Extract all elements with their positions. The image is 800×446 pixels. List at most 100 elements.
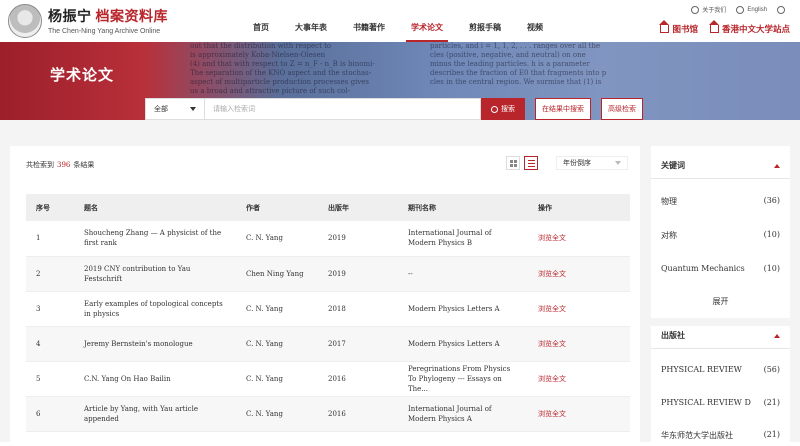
search-input[interactable]: 请输入检索词 — [205, 98, 481, 120]
paper-text-line: aspect of multiparticle production proce… — [190, 78, 370, 86]
row-journal: -- — [408, 269, 413, 278]
language-label: English — [747, 6, 767, 13]
publisher-filter[interactable]: PHYSICAL REVIEW (56) — [661, 365, 780, 374]
language-link[interactable]: English — [736, 5, 767, 14]
keyword-count: (10) — [763, 264, 780, 273]
row-author: C. N. Yang — [246, 409, 283, 418]
brand-name: 杨振宁 — [48, 9, 92, 25]
publisher-label: PHYSICAL REVIEW — [661, 365, 742, 374]
library-label: 图书馆 — [672, 25, 698, 35]
paper-text-line: out that the distribution with respect t… — [190, 42, 332, 50]
row-author: C. N. Yang — [246, 234, 283, 243]
row-journal: Modern Physics Letters A — [408, 304, 500, 313]
advanced-search-button[interactable]: 高级检索 — [601, 98, 643, 120]
nav-home[interactable]: 首页 — [240, 22, 282, 42]
row-journal: International Journal of Modern Physics … — [408, 404, 492, 423]
view-toggle — [502, 156, 538, 170]
row-title[interactable]: Jeremy Bernstein's monologue — [74, 326, 236, 361]
table-row: 6 Article by Yang, with Yau article appen… — [26, 396, 630, 431]
view-fulltext-link[interactable]: 浏览全文 — [528, 221, 630, 256]
publisher-filter[interactable]: PHYSICAL REVIEW D (21) — [661, 398, 780, 407]
search-icon — [491, 105, 498, 113]
keyword-label: 对称 — [661, 231, 677, 240]
table-row: 5 C.N. Yang On Hao Bailin C. N. Yang 2016 Pe… — [26, 361, 630, 396]
section-gap — [651, 318, 790, 326]
col-action: 操作 — [538, 202, 552, 212]
results-panel: 共检索到 396 条结果 年份倒序 序号 题名 作者 出版年 期刊名称 操作 1 Sh… — [10, 146, 640, 446]
keyword-filter[interactable]: Quantum Mechanics (10) — [661, 264, 780, 273]
row-number: 5 — [36, 374, 41, 383]
portrait-logo[interactable] — [8, 4, 42, 38]
list-view-button[interactable] — [524, 156, 538, 170]
nav-clippings[interactable]: 剪报手稿 — [456, 22, 514, 42]
table-row: 4 Jeremy Bernstein's monologue C. N. Yang 2… — [26, 326, 630, 361]
view-fulltext-link[interactable]: 浏览全文 — [528, 396, 630, 431]
col-title: 题名 — [84, 202, 98, 212]
row-title[interactable]: Article by Yang, with Yau article append… — [74, 396, 236, 431]
row-title[interactable]: Shoucheng Zhang — A physicist of the fir… — [74, 221, 236, 256]
view-fulltext-link[interactable]: 浏览全文 — [528, 291, 630, 326]
main-nav: 首页 大事年表 书籍著作 学术论文 剪报手稿 视频 — [240, 22, 556, 42]
caret-up-icon — [774, 163, 780, 168]
menu-link[interactable] — [777, 5, 788, 14]
library-link[interactable]: 图书馆 — [659, 20, 698, 35]
row-year: 2018 — [328, 304, 346, 313]
table-row: 2 2019 CNY contribution to Yau Festschrif… — [26, 256, 630, 291]
row-year: 2019 — [328, 234, 346, 243]
row-year: 2016 — [328, 409, 346, 418]
search-scope-select[interactable]: 全部 — [145, 98, 205, 120]
keywords-section-header[interactable]: 关键词 — [661, 160, 780, 171]
table-row: 3 Early examples of topological concepts … — [26, 291, 630, 326]
filter-sidebar: 关键词 物理 (36) 对称 (10) Quantum Mechanics (10) … — [651, 146, 790, 446]
nav-papers[interactable]: 学术论文 — [398, 22, 456, 42]
content-area: 共检索到 396 条结果 年份倒序 序号 题名 作者 出版年 期刊名称 操作 1 Sh… — [0, 120, 800, 446]
col-journal: 期刊名称 — [408, 202, 436, 212]
sort-select[interactable]: 年份倒序 — [556, 156, 628, 170]
about-label: 关于我们 — [702, 8, 727, 14]
row-title[interactable]: C.N. Yang On Hao Bailin — [74, 361, 236, 396]
cuhk-link[interactable]: 香港中文大学站点 — [708, 20, 790, 35]
info-icon — [691, 5, 700, 14]
row-title[interactable]: 2019 CNY contribution to Yau Festschrift — [74, 256, 236, 291]
grid-view-button[interactable] — [506, 156, 520, 170]
globe-icon — [736, 5, 745, 14]
row-author: Chen Ning Yang — [246, 269, 304, 278]
nav-chronology[interactable]: 大事年表 — [282, 22, 340, 42]
keyword-filter[interactable]: 物理 (36) — [661, 196, 780, 207]
menu-icon — [777, 5, 785, 14]
publisher-section-header[interactable]: 出版社 — [661, 330, 780, 341]
keyword-filter[interactable]: 对称 (10) — [661, 230, 780, 241]
row-year: 2019 — [328, 269, 346, 278]
site-header: 杨振宁 档案资料库 The Chen-Ning Yang Archive Onli… — [0, 0, 800, 42]
brand-subtitle: 档案资料库 — [95, 9, 168, 25]
view-fulltext-link[interactable]: 浏览全文 — [528, 361, 630, 396]
row-journal: International Journal of Modern Physics … — [408, 229, 492, 248]
keyword-count: (10) — [763, 230, 780, 239]
nav-books[interactable]: 书籍著作 — [340, 22, 398, 42]
about-link[interactable]: 关于我们 — [691, 5, 726, 14]
view-fulltext-link[interactable]: 浏览全文 — [528, 256, 630, 291]
table-header-row: 序号 题名 作者 出版年 期刊名称 操作 — [26, 194, 630, 221]
expand-keywords-link[interactable]: 展开 — [651, 296, 790, 307]
col-year: 出版年 — [328, 202, 349, 212]
publisher-title: 出版社 — [661, 330, 685, 340]
view-fulltext-link[interactable]: 浏览全文 — [528, 326, 630, 361]
search-scope-value: 全部 — [154, 105, 168, 113]
search-within-button[interactable]: 在结果中搜索 — [535, 98, 591, 120]
paper-text-line: The separation of the KNO aspect and the… — [190, 69, 372, 77]
row-author: C. N. Yang — [246, 374, 283, 383]
col-number: 序号 — [36, 202, 50, 212]
search-button-label: 搜索 — [501, 105, 515, 113]
brand[interactable]: 杨振宁 档案资料库 The Chen-Ning Yang Archive Onli… — [48, 6, 168, 35]
keyword-label: Quantum Mechanics — [661, 264, 745, 273]
paper-text-line: particles, and i = 1, 1, 2, . . . ranges… — [430, 42, 601, 50]
publisher-filter[interactable]: 华东师范大学出版社 (21) — [661, 430, 780, 441]
nav-videos[interactable]: 视频 — [514, 22, 556, 42]
external-links: 图书馆 香港中文大学站点 — [648, 20, 790, 35]
search-button[interactable]: 搜索 — [481, 98, 525, 120]
row-journal: Peregrinations From Physics To Phylogeny… — [408, 364, 511, 393]
cuhk-label: 香港中文大学站点 — [721, 25, 790, 35]
paper-text-line: cles (positive, negative, and neutral) o… — [430, 51, 586, 59]
row-title[interactable]: Early examples of topological concepts i… — [74, 291, 236, 326]
search-bar: 全部 请输入检索词 搜索 在结果中搜索 高级检索 — [145, 98, 643, 120]
